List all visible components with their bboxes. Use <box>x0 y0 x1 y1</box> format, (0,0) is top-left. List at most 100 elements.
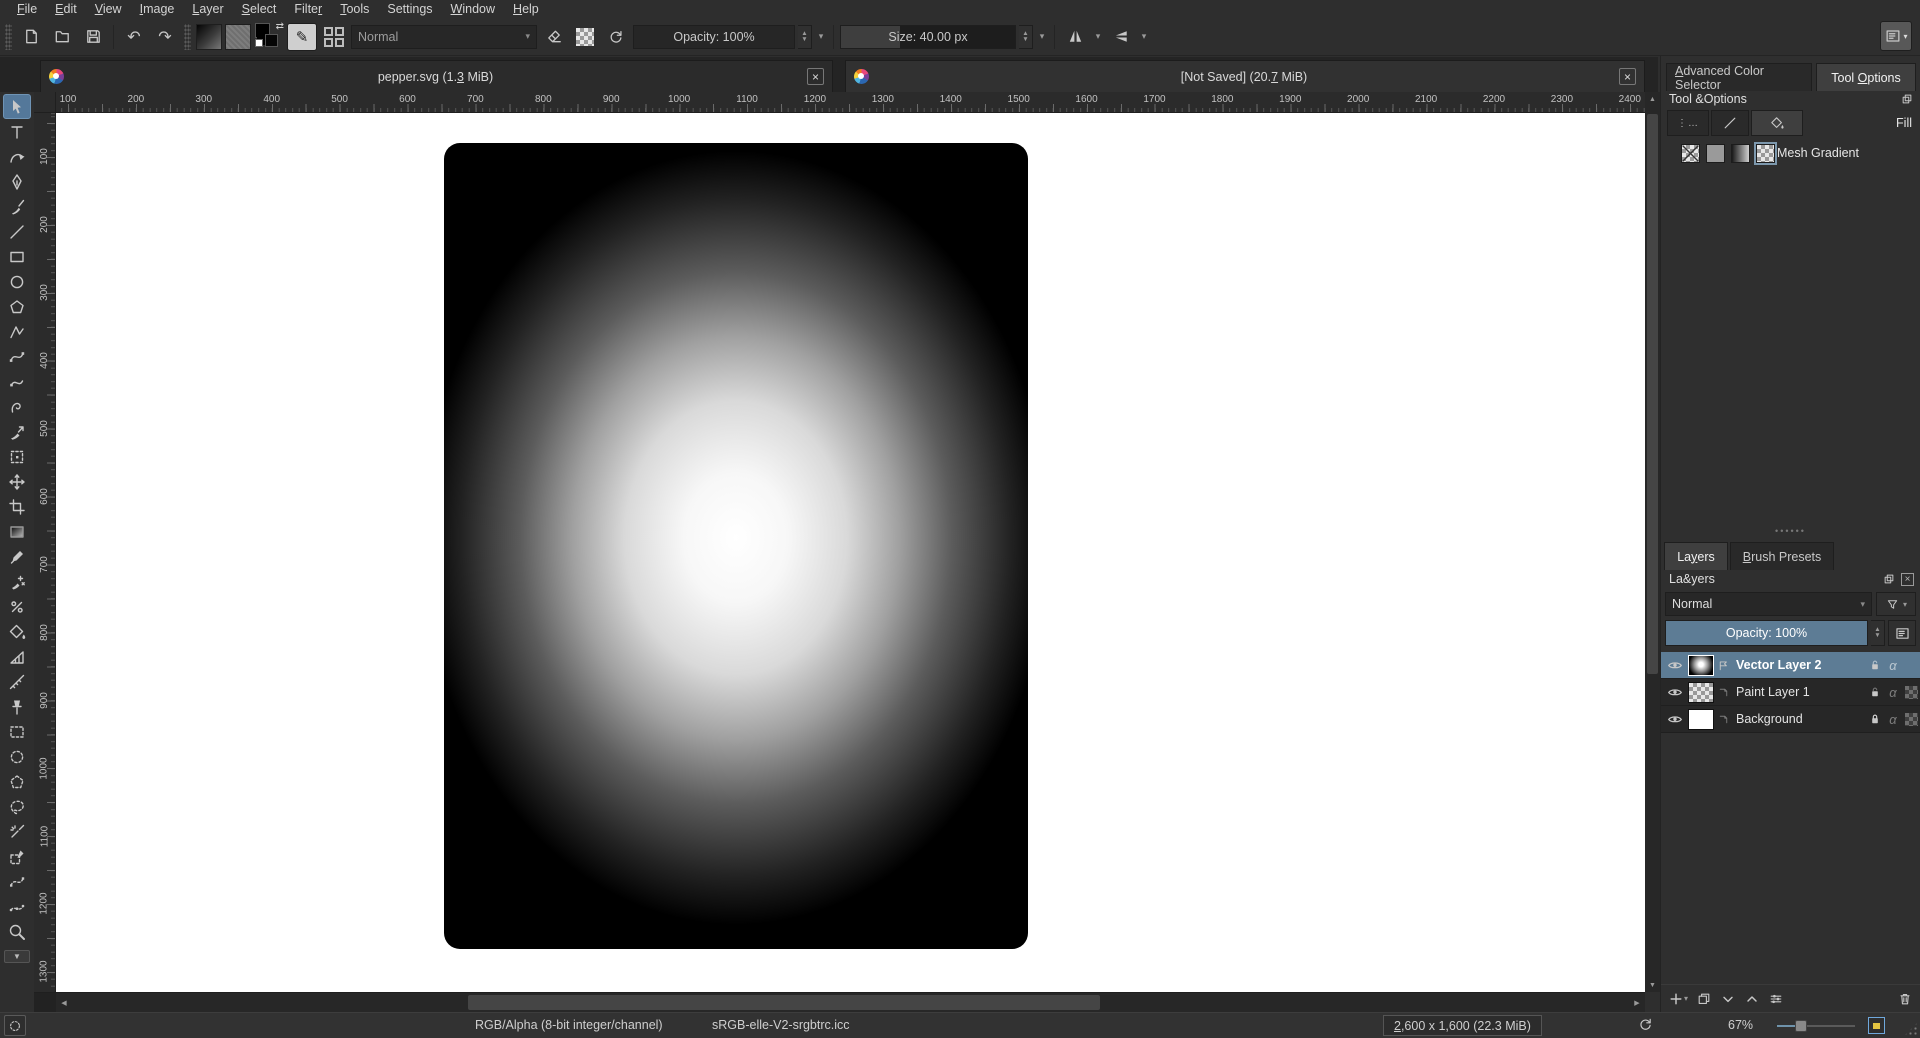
window-resize-grip[interactable] <box>1904 1022 1918 1036</box>
tool-select-bezier[interactable] <box>3 869 31 894</box>
tool-option-tab-dotted[interactable]: ⋮… <box>1667 110 1709 136</box>
tool-polygon[interactable] <box>3 294 31 319</box>
layer-inherit-alpha-toggle[interactable] <box>1902 686 1920 699</box>
layer-thumbnail[interactable] <box>1688 682 1714 703</box>
tool-freehand-brush[interactable] <box>3 194 31 219</box>
workspace-chooser-button[interactable] <box>320 23 348 51</box>
tool-select-polygonal[interactable] <box>3 769 31 794</box>
tool-select-rectangular[interactable] <box>3 719 31 744</box>
layer-alpha-lock-toggle[interactable]: α <box>1884 685 1902 700</box>
blending-mode-select[interactable]: Normal ▾ <box>351 25 537 49</box>
menu-view[interactable]: View <box>86 0 131 18</box>
fit-page-button[interactable] <box>1868 1017 1885 1034</box>
tool-option-tab-stroke[interactable] <box>1711 110 1749 136</box>
layer-name[interactable]: Vector Layer 2 <box>1732 658 1866 672</box>
foreground-background-colors[interactable]: ⇄ <box>254 23 284 51</box>
scroll-left-arrow[interactable]: ◀ <box>56 993 72 1012</box>
menu-image[interactable]: Image <box>131 0 184 18</box>
tool-ellipse[interactable] <box>3 269 31 294</box>
tool-select-opaque[interactable] <box>3 844 31 869</box>
horizontal-scrollbar[interactable]: ◀ ▶ <box>34 992 1645 1012</box>
tool-line[interactable] <box>3 219 31 244</box>
tool-smart-patch[interactable] <box>3 569 31 594</box>
eraser-mode-button[interactable] <box>540 23 568 51</box>
layer-blending-mode-select[interactable]: Normal ▾ <box>1665 592 1872 616</box>
opacity-slider[interactable]: Opacity: 100% <box>633 25 795 49</box>
brush-editor-button[interactable]: ✎ <box>287 23 317 51</box>
fill-mesh-gradient-swatch[interactable] <box>1756 144 1775 163</box>
menu-filter[interactable]: Filter <box>285 0 331 18</box>
docker-splitter-handle[interactable]: •••••• <box>1775 526 1806 536</box>
tool-dynamic-brush[interactable] <box>3 394 31 419</box>
float-docker-icon[interactable] <box>1882 572 1896 586</box>
pattern-chooser-button[interactable] <box>225 24 251 50</box>
layer-lock-toggle[interactable] <box>1866 712 1884 726</box>
mirror-vertical-options-arrow[interactable]: ▾ <box>1138 31 1150 42</box>
tool-color-sampler[interactable] <box>3 544 31 569</box>
layer-lock-toggle[interactable] <box>1866 658 1884 672</box>
reset-rotation-icon[interactable] <box>1637 1016 1654 1033</box>
preserve-alpha-button[interactable] <box>571 23 599 51</box>
zoom-slider-handle[interactable] <box>1795 1020 1807 1032</box>
tool-select-freehand[interactable] <box>3 794 31 819</box>
menu-edit[interactable]: Edit <box>46 0 86 18</box>
layer-row-paint-layer-1[interactable]: Paint Layer 1 α <box>1661 679 1920 706</box>
tool-select-magnetic[interactable] <box>3 894 31 919</box>
tool-assistants[interactable] <box>3 644 31 669</box>
reset-colors-icon[interactable] <box>255 39 263 47</box>
mirror-horizontal-options-arrow[interactable]: ▾ <box>1092 31 1104 42</box>
save-button[interactable] <box>79 23 107 51</box>
selection-display-mode-button[interactable] <box>4 1015 26 1036</box>
size-options-arrow[interactable]: ▾ <box>1036 31 1048 42</box>
vertical-scrollbar[interactable]: ▲ ▼ <box>1645 92 1660 992</box>
fill-none-swatch[interactable] <box>1681 144 1700 163</box>
layer-lock-toggle[interactable] <box>1866 685 1884 699</box>
layer-visibility-toggle[interactable] <box>1661 710 1688 728</box>
layer-properties-button[interactable] <box>1765 987 1787 1011</box>
tool-zoom[interactable] <box>3 919 31 944</box>
canvas[interactable] <box>56 113 1645 992</box>
open-document-button[interactable] <box>48 23 76 51</box>
menu-layer[interactable]: Layer <box>183 0 232 18</box>
close-docker-icon[interactable]: × <box>1901 573 1914 586</box>
tool-multibrush[interactable] <box>3 419 31 444</box>
horizontal-scrollbar-thumb[interactable] <box>468 995 1100 1010</box>
tool-fill[interactable] <box>3 619 31 644</box>
layer-alpha-lock-toggle[interactable]: α <box>1884 712 1902 727</box>
close-tab-button[interactable]: × <box>1619 68 1636 85</box>
tool-polyline[interactable] <box>3 319 31 344</box>
layer-thumbnail[interactable] <box>1688 709 1714 730</box>
tool-edit-shapes[interactable] <box>3 144 31 169</box>
document-tab-pepper[interactable]: pepper.svg (1.3 MiB) × <box>40 60 833 92</box>
opacity-spinner[interactable]: ▲▼ <box>798 25 812 49</box>
layer-opacity-slider[interactable]: Opacity: 100% <box>1665 620 1868 646</box>
layer-list-options-button[interactable] <box>1888 620 1916 646</box>
layer-filter-button[interactable]: ▾ <box>1876 592 1916 616</box>
tool-select-shapes[interactable] <box>3 94 31 119</box>
layer-visibility-toggle[interactable] <box>1661 683 1688 701</box>
layer-inherit-alpha-toggle[interactable] <box>1902 713 1920 726</box>
layer-row-vector-layer-2[interactable]: Vector Layer 2 α <box>1661 652 1920 679</box>
tab-brush-presets[interactable]: Brush Presets <box>1730 542 1834 570</box>
tool-reference-images[interactable] <box>3 694 31 719</box>
document-tab-not-saved[interactable]: [Not Saved] (20.7 MiB) × <box>845 60 1645 92</box>
tool-transform[interactable] <box>3 444 31 469</box>
mirror-horizontal-button[interactable] <box>1061 23 1089 51</box>
tool-rectangle[interactable] <box>3 244 31 269</box>
tool-crop[interactable] <box>3 494 31 519</box>
layer-name[interactable]: Background <box>1732 712 1866 726</box>
move-layer-up-button[interactable] <box>1741 987 1763 1011</box>
reload-preset-button[interactable] <box>602 23 630 51</box>
fill-gradient-swatch[interactable] <box>1731 144 1750 163</box>
scroll-up-arrow[interactable]: ▲ <box>1645 92 1660 106</box>
layer-row-background[interactable]: Background α <box>1661 706 1920 733</box>
vertical-scrollbar-thumb[interactable] <box>1647 114 1658 674</box>
tab-tool-options[interactable]: Tool Options <box>1816 63 1916 91</box>
tool-text[interactable] <box>3 119 31 144</box>
close-tab-button[interactable]: × <box>807 68 824 85</box>
tab-layers[interactable]: Layers <box>1664 542 1728 570</box>
toolbox-overflow-button[interactable]: ▼ <box>4 950 30 963</box>
redo-button[interactable]: ↷ <box>151 23 179 51</box>
menu-window[interactable]: Window <box>442 0 504 18</box>
brush-size-slider[interactable]: Size: 40.00 px <box>840 25 1016 49</box>
